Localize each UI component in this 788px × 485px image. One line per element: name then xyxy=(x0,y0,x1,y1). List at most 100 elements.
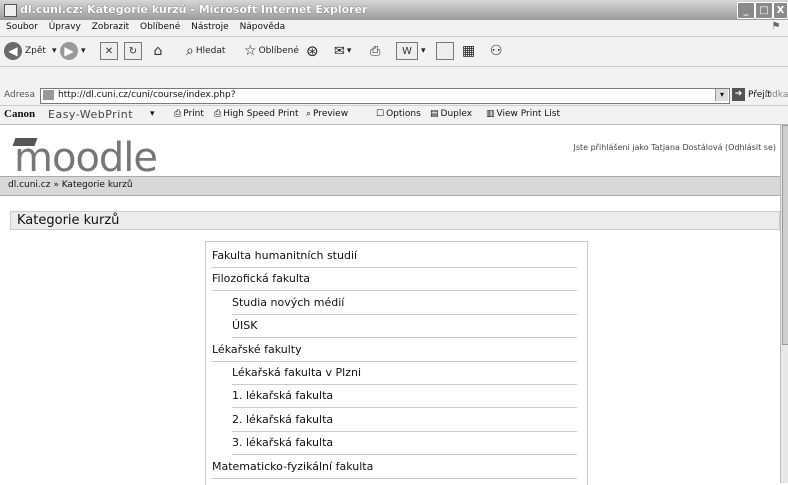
canon-print-icon: ⎙ xyxy=(174,109,182,119)
messenger-button[interactable]: ⚇ xyxy=(490,40,503,62)
category-item[interactable]: Fakulta humanitních studií xyxy=(212,245,577,268)
canon-view-list-label: View Print List xyxy=(496,109,561,119)
research-button[interactable]: ▦ xyxy=(462,40,475,62)
printer-icon: ⎙ xyxy=(370,43,381,59)
canon-preview-button[interactable]: ⌕ Preview xyxy=(306,109,348,119)
print-button[interactable]: ⎙ xyxy=(370,40,380,62)
close-button[interactable]: X xyxy=(773,2,788,19)
mail-dropdown-icon[interactable]: ▾ xyxy=(347,46,352,56)
title-bar: dl.cuni.cz: Kategorie kurzů - Microsoft … xyxy=(0,0,788,21)
favorites-label: Oblíbené xyxy=(258,46,299,56)
canon-duplex-button[interactable]: ▤ Duplex xyxy=(430,109,472,119)
menu-bar: Soubor Úpravy Zobrazit Oblíbené Nástroje… xyxy=(0,20,788,37)
back-arrow-icon: ◀ xyxy=(4,42,22,60)
category-item[interactable]: ÚISK xyxy=(232,315,577,339)
breadcrumb-text[interactable]: dl.cuni.cz » Kategorie kurzů xyxy=(8,180,133,190)
search-button[interactable]: ⌕ Hledat xyxy=(186,40,225,62)
page-content: moodle Jste přihlášeni jako Tatjana Dost… xyxy=(0,125,780,485)
edit-button[interactable]: W ▾ xyxy=(396,40,426,62)
logged-in-text[interactable]: Jste přihlášeni jako Tatjana Dostálová (… xyxy=(573,143,776,152)
stop-icon: ✕ xyxy=(100,42,118,60)
canon-high-speed-print-button[interactable]: ⎙ High Speed Print xyxy=(214,109,299,119)
back-label: Zpět xyxy=(25,46,46,56)
canon-view-print-list-button[interactable]: ▥ View Print List xyxy=(486,109,560,119)
canon-options-label: Options xyxy=(386,109,421,119)
mail-icon: ✉ xyxy=(334,43,345,59)
canon-print-label: Print xyxy=(183,109,204,119)
refresh-icon: ↻ xyxy=(124,42,142,60)
category-list: Fakulta humanitních studií Filozofická fa… xyxy=(205,241,588,485)
favorites-button[interactable]: ☆ Oblíbené xyxy=(244,40,299,62)
category-item[interactable]: Matematicko-fyzikální fakulta xyxy=(212,456,577,479)
canon-toolbar: Canon Easy-WebPrint ▾ ⎙ Print ⎙ High Speed… xyxy=(0,106,788,125)
search-icon: ⌕ xyxy=(186,43,194,59)
address-bar: Adresa http://dl.cuni.cz/cuni/course/ind… xyxy=(0,87,788,106)
stop-button[interactable]: ✕ xyxy=(100,40,118,62)
menu-upravy[interactable]: Úpravy xyxy=(49,22,81,32)
discuss-button[interactable] xyxy=(436,40,454,62)
home-icon: ⌂ xyxy=(153,43,163,59)
vertical-scrollbar[interactable] xyxy=(780,125,788,483)
mail-button[interactable]: ✉ ▾ xyxy=(334,40,351,62)
links-label[interactable]: Odkazy xyxy=(765,90,788,100)
ie-app-icon xyxy=(4,4,17,17)
windows-logo-icon: ⚑ xyxy=(771,21,781,32)
canon-duplex-label: Duplex xyxy=(440,109,473,119)
page-heading: Kategorie kurzů xyxy=(10,211,780,230)
page-heading-text: Kategorie kurzů xyxy=(17,213,120,228)
address-label: Adresa xyxy=(4,90,35,100)
category-item[interactable]: 3. lékařská fakulta xyxy=(232,432,577,456)
edit-icon: W xyxy=(396,42,418,60)
address-input[interactable]: http://dl.cuni.cz/cuni/course/index.php?… xyxy=(40,88,730,104)
history-icon: ⊛ xyxy=(306,42,319,60)
toolbar-spacer xyxy=(0,67,788,88)
history-button[interactable]: ⊛ xyxy=(306,40,319,62)
canon-product[interactable]: Easy-WebPrint xyxy=(48,108,133,121)
breadcrumb: dl.cuni.cz » Kategorie kurzů xyxy=(0,176,780,196)
messenger-icon: ⚇ xyxy=(490,43,503,59)
address-url: http://dl.cuni.cz/cuni/course/index.php? xyxy=(58,90,236,100)
scrollbar-thumb[interactable] xyxy=(782,125,788,345)
search-label: Hledat xyxy=(195,46,226,56)
canon-options-button[interactable]: ☐ Options xyxy=(376,109,421,119)
edit-dropdown-icon[interactable]: ▾ xyxy=(421,46,426,56)
category-item[interactable]: 2. lékařská fakulta xyxy=(232,409,577,432)
forward-button[interactable]: ▶ ▾ xyxy=(60,40,86,62)
canon-high-speed-label: High Speed Print xyxy=(223,109,299,119)
canon-print-button[interactable]: ⎙ Print xyxy=(174,109,204,119)
moodle-logo[interactable]: moodle xyxy=(14,135,158,181)
category-item[interactable]: Filozofická fakulta xyxy=(212,268,577,292)
category-item[interactable]: Lékařské fakulty xyxy=(212,339,577,362)
refresh-button[interactable]: ↻ xyxy=(124,40,142,62)
canon-brand: Canon xyxy=(4,108,36,120)
back-button[interactable]: ◀ Zpět ▾ xyxy=(4,40,56,62)
forward-dropdown-icon[interactable]: ▾ xyxy=(81,46,86,56)
menu-zobrazit[interactable]: Zobrazit xyxy=(92,22,129,32)
canon-view-list-icon: ▥ xyxy=(486,109,495,119)
menu-nastroje[interactable]: Nástroje xyxy=(191,22,229,32)
address-dropdown-icon[interactable]: ▾ xyxy=(715,89,728,101)
navigation-toolbar: ◀ Zpět ▾ ▶ ▾ ✕ ↻ ⌂ ⌕ Hledat ☆ Oblíbené ⊛… xyxy=(0,37,788,67)
canon-high-speed-icon: ⎙ xyxy=(214,109,222,119)
category-item[interactable]: Lékařská fakulta v Plzni xyxy=(232,362,577,385)
canon-product-dropdown-icon[interactable]: ▾ xyxy=(150,109,155,119)
canon-preview-label: Preview xyxy=(313,109,349,119)
discuss-icon xyxy=(436,42,454,60)
forward-arrow-icon: ▶ xyxy=(60,42,78,60)
minimize-button[interactable]: _ xyxy=(737,2,755,19)
back-dropdown-icon[interactable]: ▾ xyxy=(52,46,57,56)
menu-napoveda[interactable]: Nápověda xyxy=(240,22,286,32)
canon-options-icon: ☐ xyxy=(376,109,385,119)
go-arrow-icon: ➜ xyxy=(732,88,745,101)
research-icon: ▦ xyxy=(462,43,476,59)
window-title: dl.cuni.cz: Kategorie kurzů - Microsoft … xyxy=(20,3,368,16)
menu-soubor[interactable]: Soubor xyxy=(6,22,38,32)
star-icon: ☆ xyxy=(244,43,257,59)
maximize-button[interactable]: □ xyxy=(755,2,773,19)
page-icon xyxy=(43,90,54,100)
category-item[interactable]: 1. lékařská fakulta xyxy=(232,385,577,409)
menu-oblibene[interactable]: Oblíbené xyxy=(140,22,180,32)
home-button[interactable]: ⌂ xyxy=(150,40,166,62)
category-item[interactable]: Studia nových médií xyxy=(232,292,577,315)
canon-preview-icon: ⌕ xyxy=(306,109,312,119)
